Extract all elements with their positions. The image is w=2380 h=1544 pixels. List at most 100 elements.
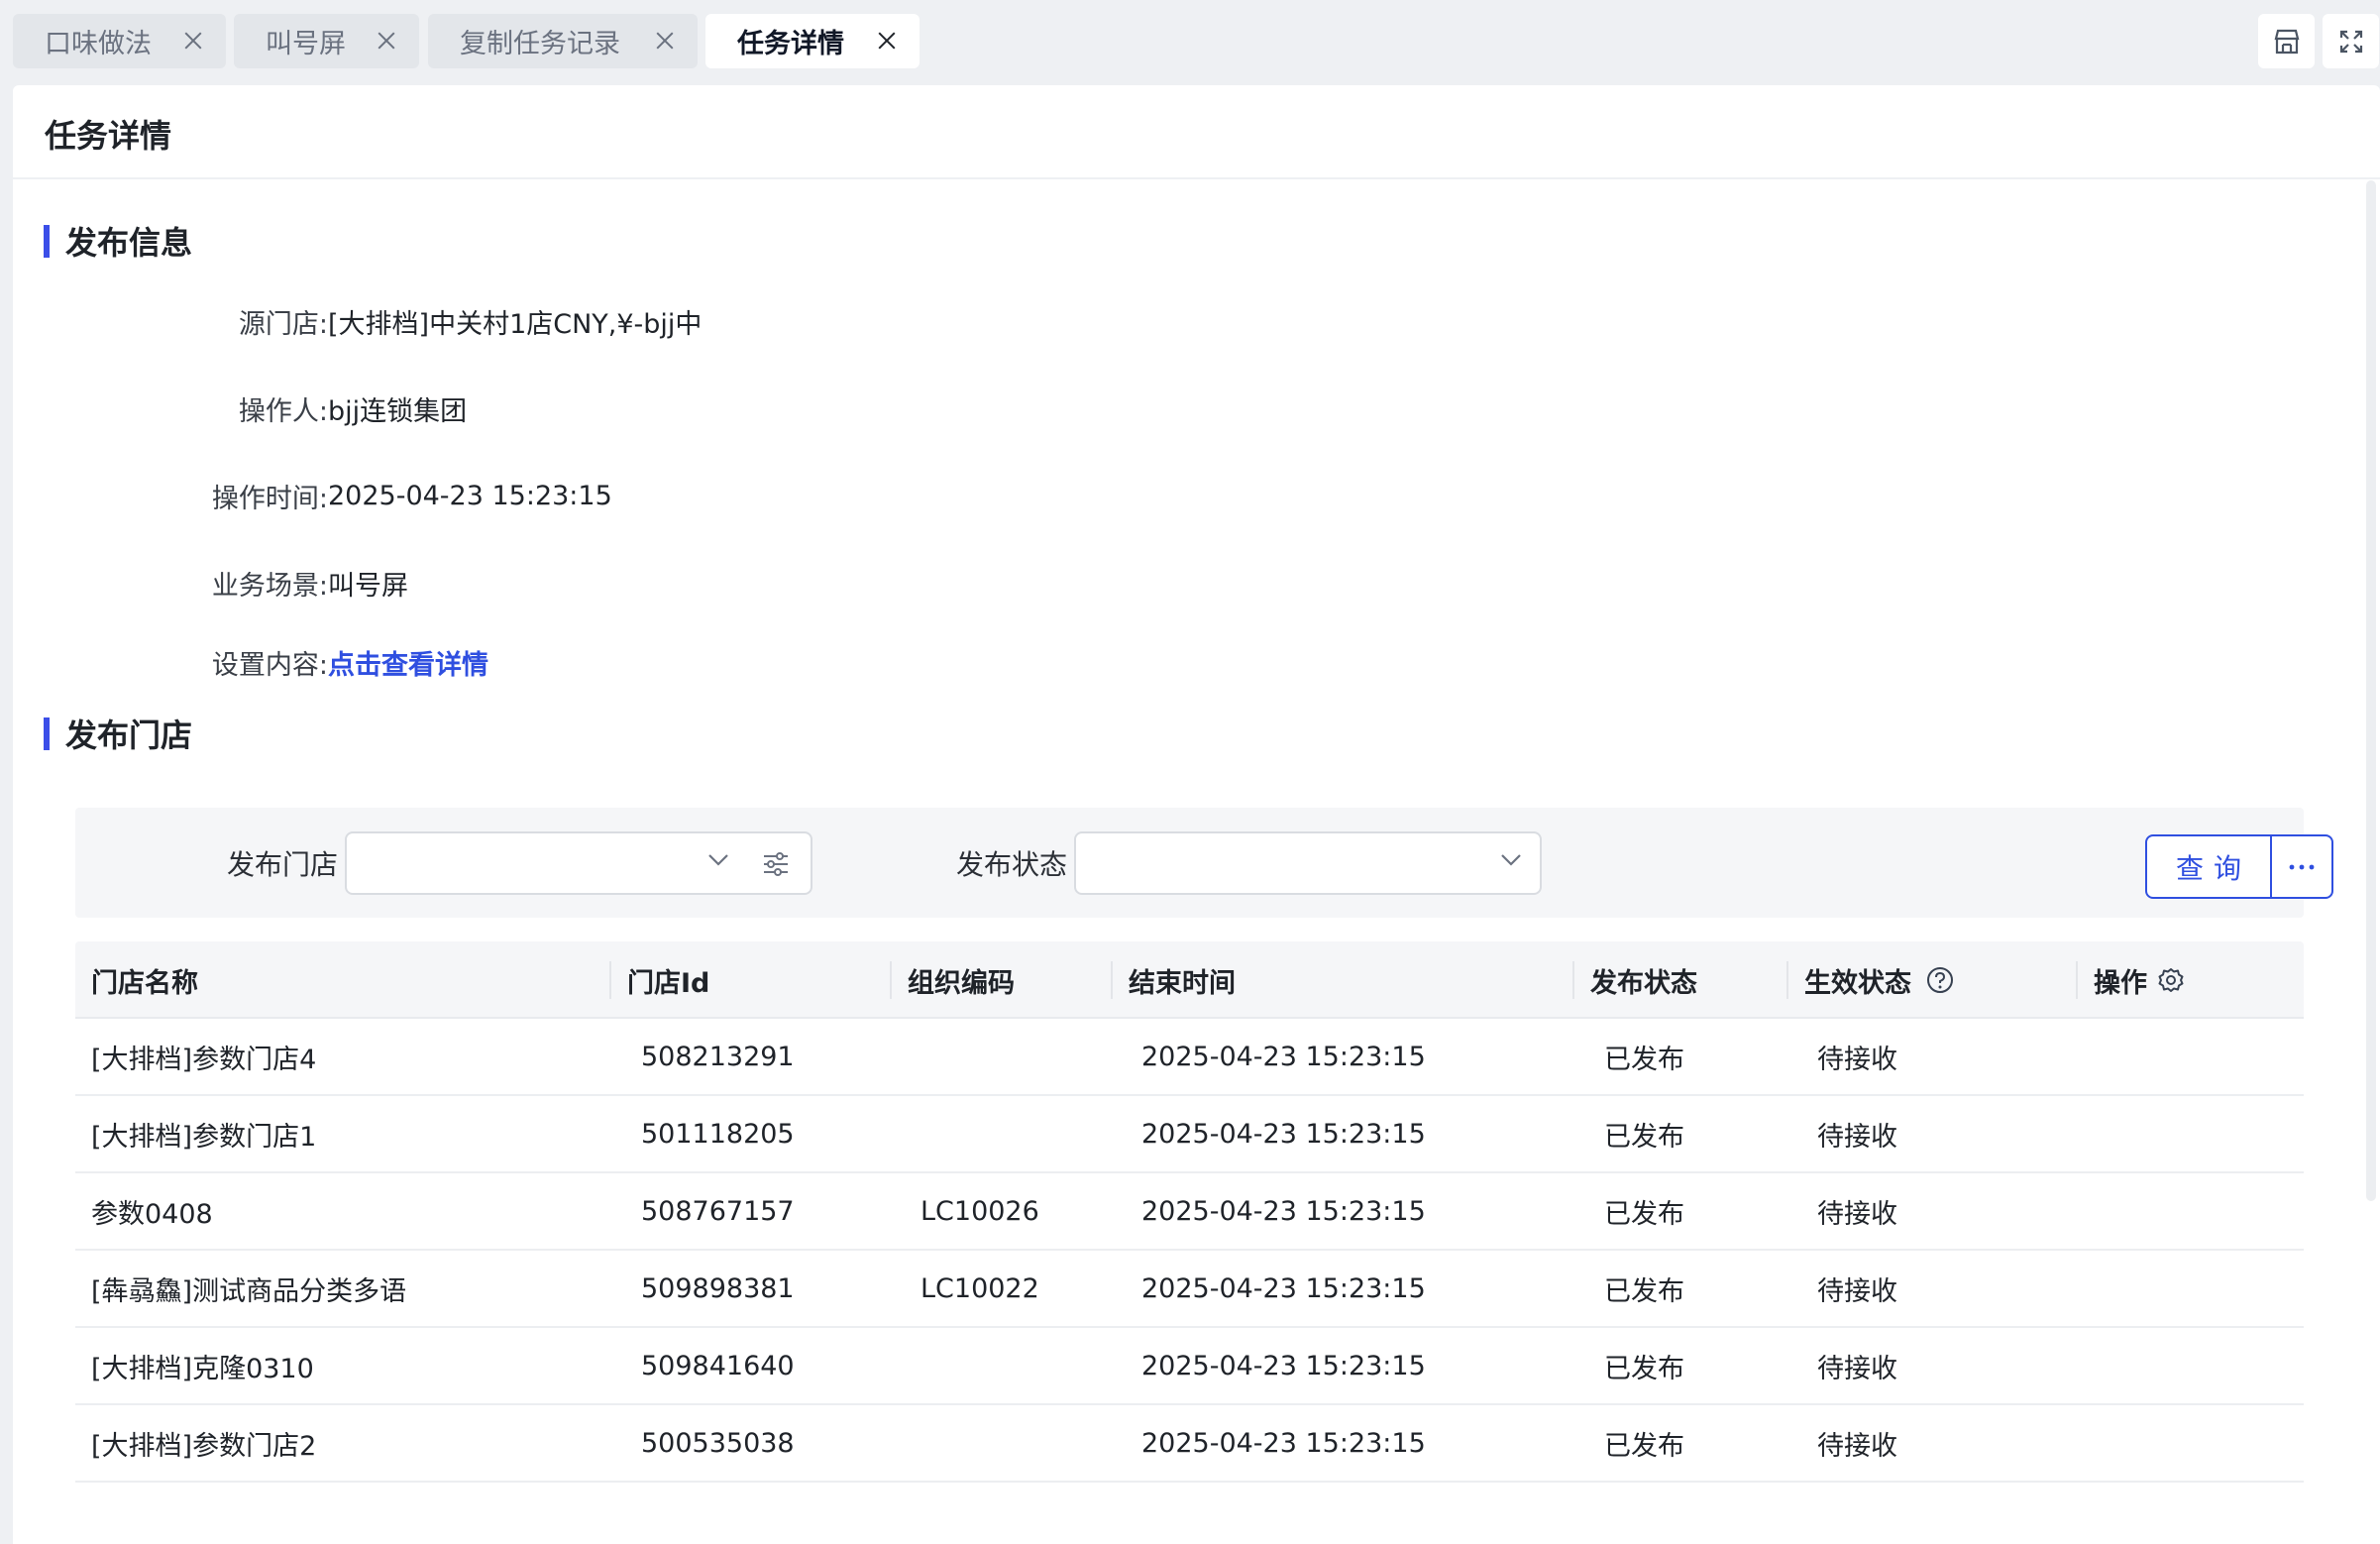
view-details-link[interactable]: 点击查看详情 [328, 643, 488, 682]
col-actions-label: 操作 [2094, 967, 2147, 999]
tab-label: 复制任务记录 [460, 29, 620, 59]
col-org-code: 组织编码 [908, 967, 1015, 999]
col-divider [890, 961, 892, 999]
cell-end-time: 2025-04-23 15:23:15 [1141, 1041, 1426, 1072]
tab-label: 口味做法 [45, 29, 152, 59]
cell-store-name: [大排档]参数门店2 [91, 1430, 317, 1462]
chevron-down-icon [1501, 854, 1521, 866]
filter-settings-icon[interactable] [761, 850, 791, 878]
col-divider [1111, 961, 1113, 999]
info-value: bjj连锁集团 [328, 395, 468, 427]
tab-copy-task-records[interactable]: 复制任务记录 [428, 14, 698, 68]
cell-end-time: 2025-04-23 15:23:15 [1141, 1195, 1426, 1227]
cell-store-name: [大排档]参数门店4 [91, 1044, 317, 1075]
table-row: [大排档]参数门店1 501118205 2025-04-23 15:23:15… [75, 1096, 2304, 1173]
cell-store-name: [大排档]克隆0310 [91, 1353, 314, 1384]
scrollbar[interactable] [2366, 180, 2376, 1201]
col-publish-status: 发布状态 [1590, 967, 1697, 999]
info-row-operator: 操作人: bjj连锁集团 [13, 388, 467, 428]
info-label: 源门店: [238, 308, 328, 340]
info-label: 业务场景: [211, 570, 328, 602]
section-bar [44, 717, 50, 750]
section-publish-info: 发布信息 [44, 218, 192, 264]
info-value: 2025-04-23 15:23:15 [328, 480, 612, 511]
table-row: [大排档]参数门店2 500535038 2025-04-23 15:23:15… [75, 1405, 2304, 1483]
cell-org-code: LC10022 [920, 1272, 1039, 1304]
cell-store-id: 508767157 [641, 1195, 795, 1227]
cell-end-time: 2025-04-23 15:23:15 [1141, 1350, 1426, 1381]
cell-publish-status: 已发布 [1604, 1121, 1684, 1153]
cell-effective-status: 待接收 [1817, 1121, 1897, 1153]
ellipsis-icon [2289, 864, 2315, 869]
col-effective-status: 生效状态 [1804, 941, 1955, 1019]
tab-task-detail[interactable]: 任务详情 [705, 14, 920, 68]
section-bar [44, 224, 50, 258]
divider [13, 177, 2380, 179]
table-row: [大排档]参数门店4 508213291 2025-04-23 15:23:15… [75, 1019, 2304, 1096]
fullscreen-button[interactable] [2323, 14, 2379, 68]
table-body: [大排档]参数门店4 508213291 2025-04-23 15:23:15… [75, 1019, 2304, 1483]
tab-label: 叫号屏 [266, 29, 346, 59]
cell-store-id: 509841640 [641, 1350, 795, 1381]
cell-publish-status: 已发布 [1604, 1353, 1684, 1384]
tab-flavor-method[interactable]: 口味做法 [13, 14, 226, 68]
detail-card: 任务详情 发布信息 源门店: [大排档]中关村1店CNY,¥-bjj中 操作人:… [13, 85, 2380, 1544]
cell-store-id: 500535038 [641, 1427, 795, 1459]
table-row: 参数0408 508767157 LC10026 2025-04-23 15:2… [75, 1173, 2304, 1251]
info-row-business-scene: 业务场景: 叫号屏 [13, 563, 408, 603]
cell-effective-status: 待接收 [1817, 1275, 1897, 1307]
cell-publish-status: 已发布 [1604, 1044, 1684, 1075]
close-icon[interactable] [182, 30, 204, 52]
col-store-name: 门店名称 [91, 967, 198, 999]
tab-bar: 口味做法 叫号屏 复制任务记录 任务详情 [0, 0, 2380, 85]
table-row: [大排档]克隆0310 509841640 2025-04-23 15:23:1… [75, 1328, 2304, 1405]
cell-publish-status: 已发布 [1604, 1430, 1684, 1462]
cell-end-time: 2025-04-23 15:23:15 [1141, 1272, 1426, 1304]
close-icon[interactable] [376, 30, 397, 52]
col-divider [609, 961, 611, 999]
shop-icon [2274, 29, 2299, 54]
cell-store-id: 508213291 [641, 1041, 795, 1072]
cell-store-name: [大排档]参数门店1 [91, 1121, 317, 1153]
col-divider [1572, 961, 1574, 999]
section-publish-stores: 发布门店 [44, 711, 192, 756]
info-row-operation-time: 操作时间: 2025-04-23 15:23:15 [13, 476, 612, 515]
col-end-time: 结束时间 [1129, 967, 1236, 999]
gear-icon[interactable] [2157, 966, 2185, 994]
tab-call-screen[interactable]: 叫号屏 [234, 14, 419, 68]
section-title: 发布信息 [65, 224, 193, 262]
store-select[interactable] [345, 831, 812, 895]
col-actions: 操作 [2094, 941, 2185, 1019]
cell-end-time: 2025-04-23 15:23:15 [1141, 1118, 1426, 1150]
cell-publish-status: 已发布 [1604, 1198, 1684, 1230]
filter-bar: 发布门店 发布状态 查询 [75, 808, 2333, 918]
status-select[interactable] [1074, 831, 1542, 895]
cell-store-id: 509898381 [641, 1272, 795, 1304]
shop-button[interactable] [2258, 14, 2315, 68]
col-store-id: 门店Id [627, 967, 710, 999]
cell-store-id: 501118205 [641, 1118, 795, 1150]
cell-org-code: LC10026 [920, 1195, 1039, 1227]
cell-effective-status: 待接收 [1817, 1198, 1897, 1230]
col-effective-status-label: 生效状态 [1804, 967, 1911, 999]
fullscreen-icon [2339, 30, 2362, 53]
cell-end-time: 2025-04-23 15:23:15 [1141, 1427, 1426, 1459]
table-row: [犇骉鱻]测试商品分类多语 509898381 LC10022 2025-04-… [75, 1251, 2304, 1328]
more-button[interactable] [2272, 836, 2331, 897]
close-icon[interactable] [654, 30, 676, 52]
info-value: 叫号屏 [328, 570, 408, 602]
query-button[interactable]: 查询 [2147, 836, 2272, 897]
col-divider [1786, 961, 1788, 999]
cell-store-name: 参数0408 [91, 1198, 213, 1230]
cell-effective-status: 待接收 [1817, 1353, 1897, 1384]
tab-label: 任务详情 [737, 29, 844, 59]
cell-publish-status: 已发布 [1604, 1275, 1684, 1307]
close-icon[interactable] [876, 30, 898, 52]
page-title: 任务详情 [45, 117, 172, 155]
chevron-down-icon [708, 854, 728, 866]
question-circle-icon[interactable] [1925, 965, 1955, 995]
section-title: 发布门店 [65, 717, 193, 754]
query-button-group: 查询 [2145, 834, 2333, 899]
info-label: 操作人: [238, 395, 328, 427]
info-label: 操作时间: [211, 483, 328, 514]
